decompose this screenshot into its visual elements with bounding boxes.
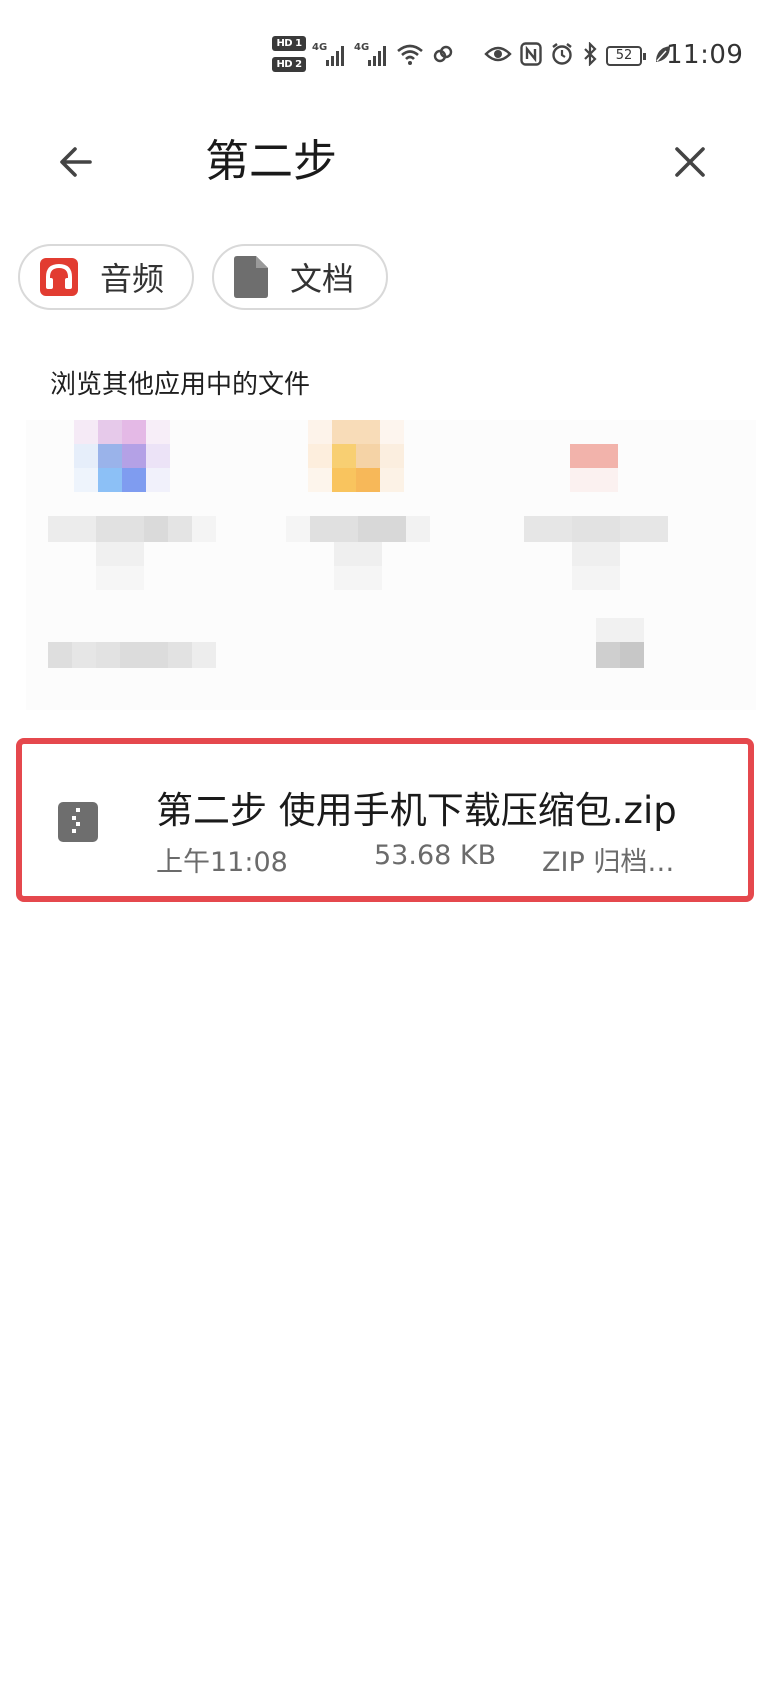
file-size: 53.68 KB	[374, 840, 497, 871]
close-button[interactable]	[662, 134, 718, 190]
signal-icon: 4G	[312, 42, 346, 70]
eye-icon	[484, 44, 512, 68]
filter-chips: 音频 文档	[18, 244, 388, 310]
other-apps-panel[interactable]	[26, 420, 756, 710]
hd-indicators: HD 1 HD 2	[272, 36, 308, 76]
headphones-icon	[40, 258, 78, 296]
filter-chip-audio[interactable]: 音频	[18, 244, 194, 310]
section-title: 浏览其他应用中的文件	[50, 370, 311, 400]
filter-chip-documents[interactable]: 文档	[212, 244, 388, 310]
close-icon	[675, 147, 705, 177]
nfc-icon	[520, 42, 542, 70]
page-title: 第二步	[205, 136, 337, 187]
bluetooth-icon	[582, 41, 598, 70]
wifi-icon	[396, 42, 424, 70]
file-list-item[interactable]: 第二步 使用手机下载压缩包.zip 上午11:08 53.68 KB ZIP 归…	[16, 738, 754, 902]
clock: 11:09	[666, 40, 744, 70]
file-type: ZIP 归档…	[542, 847, 675, 878]
file-name: 第二步 使用手机下载压缩包.zip	[156, 789, 677, 832]
filter-chip-label: 音频	[100, 260, 165, 298]
file-time: 上午11:08	[156, 847, 288, 878]
app-bar: 第二步	[0, 110, 768, 210]
status-icons: 4G 4G 52	[312, 40, 672, 72]
signal-icon: 4G	[354, 42, 388, 70]
back-button[interactable]	[48, 134, 104, 190]
filter-chip-label: 文档	[290, 260, 355, 298]
hd2-badge: HD 2	[272, 57, 306, 72]
hd1-badge: HD 1	[272, 36, 306, 51]
status-bar: HD 1 HD 2 4G 4G 52 11:09	[0, 0, 768, 110]
document-icon	[234, 256, 268, 298]
link-icon	[432, 43, 454, 69]
zip-file-icon	[58, 802, 98, 842]
arrow-left-icon	[60, 147, 92, 177]
alarm-icon	[550, 42, 574, 70]
battery-icon: 52	[606, 46, 646, 66]
